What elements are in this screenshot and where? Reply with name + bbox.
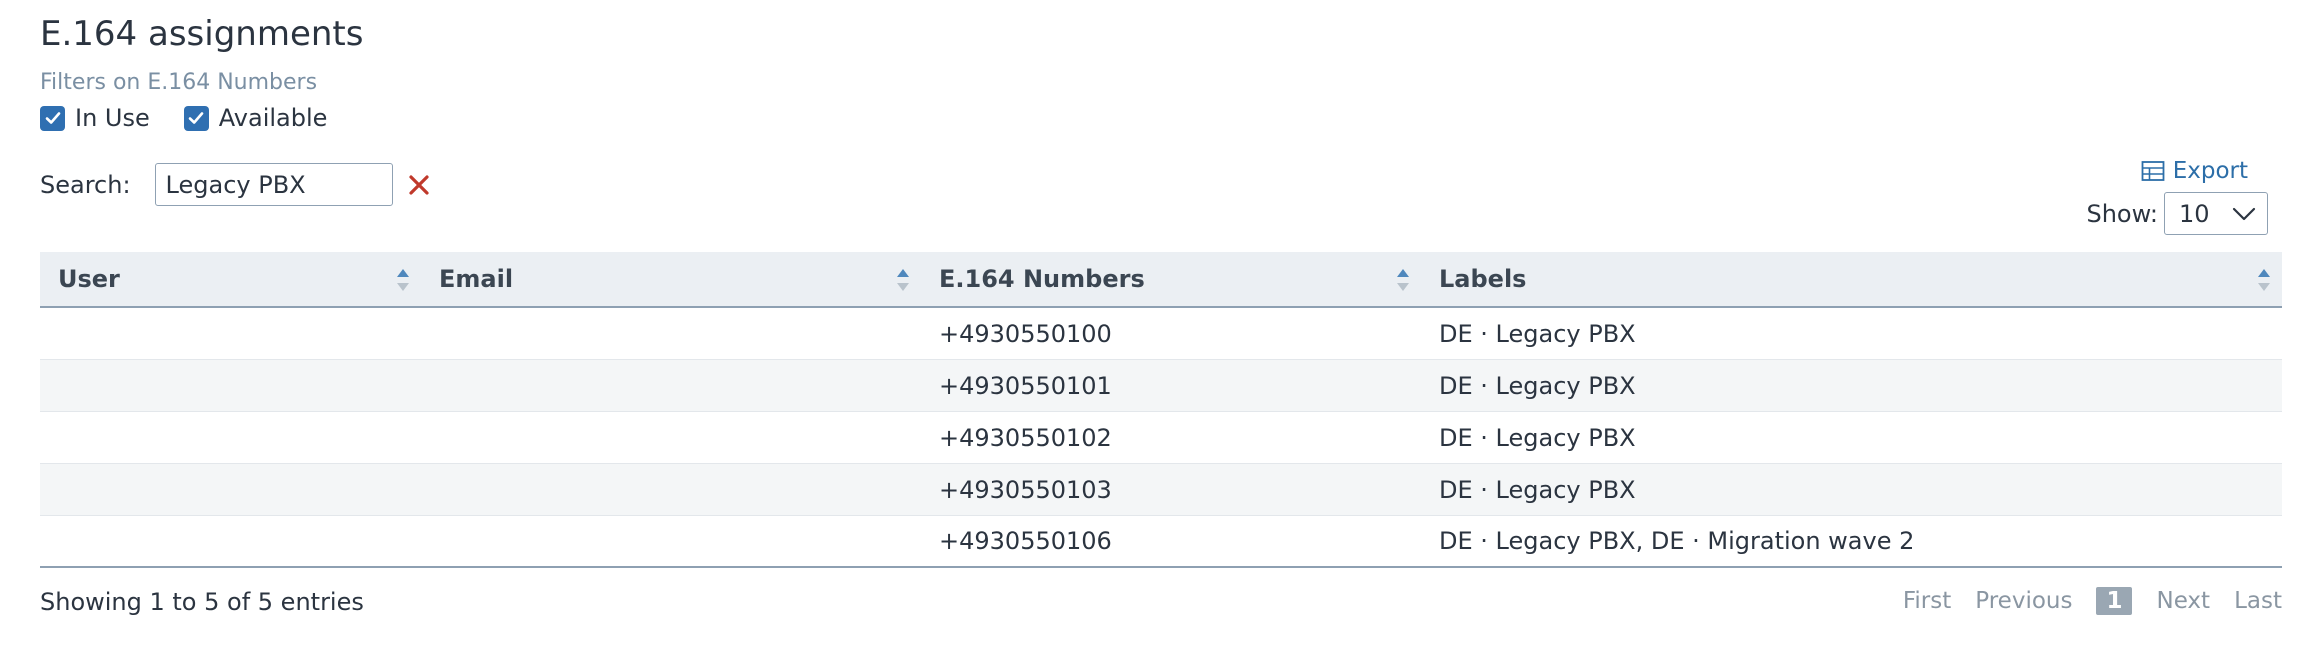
chevron-down-icon xyxy=(2232,207,2256,220)
table-row[interactable]: +4930550103 DE · Legacy PBX xyxy=(40,464,2282,516)
show-label: Show: xyxy=(2086,199,2158,228)
column-header-email[interactable]: Email xyxy=(421,252,921,306)
table-icon xyxy=(2141,161,2165,181)
column-header-user[interactable]: User xyxy=(40,252,421,306)
cell-labels: DE · Legacy PBX xyxy=(1439,423,1636,452)
cell-labels: DE · Legacy PBX xyxy=(1439,319,1636,348)
search-input[interactable] xyxy=(154,163,393,206)
column-header-label: User xyxy=(58,265,120,293)
table-info: Showing 1 to 5 of 5 entries xyxy=(40,588,364,616)
available-label: Available xyxy=(218,104,328,132)
cell-number: +4930550101 xyxy=(939,371,1112,400)
pager-next[interactable]: Next xyxy=(2156,588,2210,614)
search-label: Search: xyxy=(40,170,131,199)
export-label: Export xyxy=(2172,158,2248,184)
table-header: User Email E.164 Numbers Labels xyxy=(40,252,2282,308)
cell-labels: DE · Legacy PBX xyxy=(1439,475,1636,504)
filter-row: In Use Available xyxy=(40,104,327,132)
table-row[interactable]: +4930550100 DE · Legacy PBX xyxy=(40,308,2282,360)
sort-icon xyxy=(897,269,909,291)
table-row[interactable]: +4930550106 DE · Legacy PBX, DE · Migrat… xyxy=(40,516,2282,568)
export-button[interactable]: Export xyxy=(2141,158,2248,184)
checkmark-icon xyxy=(45,112,60,124)
sort-icon xyxy=(397,269,409,291)
page-title: E.164 assignments xyxy=(40,14,364,54)
pager-previous[interactable]: Previous xyxy=(1975,588,2072,614)
cell-number: +4930550106 xyxy=(939,527,1112,555)
available-checkbox[interactable] xyxy=(183,105,209,131)
filters-caption: Filters on E.164 Numbers xyxy=(40,70,318,95)
checkmark-icon xyxy=(188,112,204,124)
clear-search-icon[interactable] xyxy=(405,171,433,199)
search-row: Search: xyxy=(40,163,433,206)
cell-labels: DE · Legacy PBX, DE · Migration wave 2 xyxy=(1439,527,1915,555)
table-row[interactable]: +4930550101 DE · Legacy PBX xyxy=(40,360,2282,412)
column-header-e164[interactable]: E.164 Numbers xyxy=(921,252,1421,306)
in-use-label: In Use xyxy=(75,104,150,132)
pagination: First Previous 1 Next Last xyxy=(1903,587,2282,615)
cell-number: +4930550102 xyxy=(939,423,1112,452)
filter-in-use[interactable]: In Use xyxy=(40,104,150,132)
page-size-select[interactable]: 10 xyxy=(2164,192,2268,235)
in-use-checkbox[interactable] xyxy=(40,105,65,131)
column-header-labels[interactable]: Labels xyxy=(1421,252,2282,306)
cell-number: +4930550100 xyxy=(939,319,1112,348)
sort-icon xyxy=(2258,269,2270,291)
column-header-label: Labels xyxy=(1439,265,1527,293)
pager-first[interactable]: First xyxy=(1903,588,1951,614)
cell-labels: DE · Legacy PBX xyxy=(1439,371,1636,400)
page-size-value: 10 xyxy=(2179,199,2210,228)
sort-icon xyxy=(1397,269,1409,291)
pager-page-current[interactable]: 1 xyxy=(2096,587,2133,615)
cell-number: +4930550103 xyxy=(939,475,1112,504)
pager-last[interactable]: Last xyxy=(2234,588,2282,614)
page-size-control: Show: 10 xyxy=(2086,192,2268,235)
table-row[interactable]: +4930550102 DE · Legacy PBX xyxy=(40,412,2282,464)
column-header-label: E.164 Numbers xyxy=(939,265,1145,293)
filter-available[interactable]: Available xyxy=(183,104,328,132)
column-header-label: Email xyxy=(439,265,514,293)
assignments-table: User Email E.164 Numbers Labels +4930550… xyxy=(40,252,2282,568)
